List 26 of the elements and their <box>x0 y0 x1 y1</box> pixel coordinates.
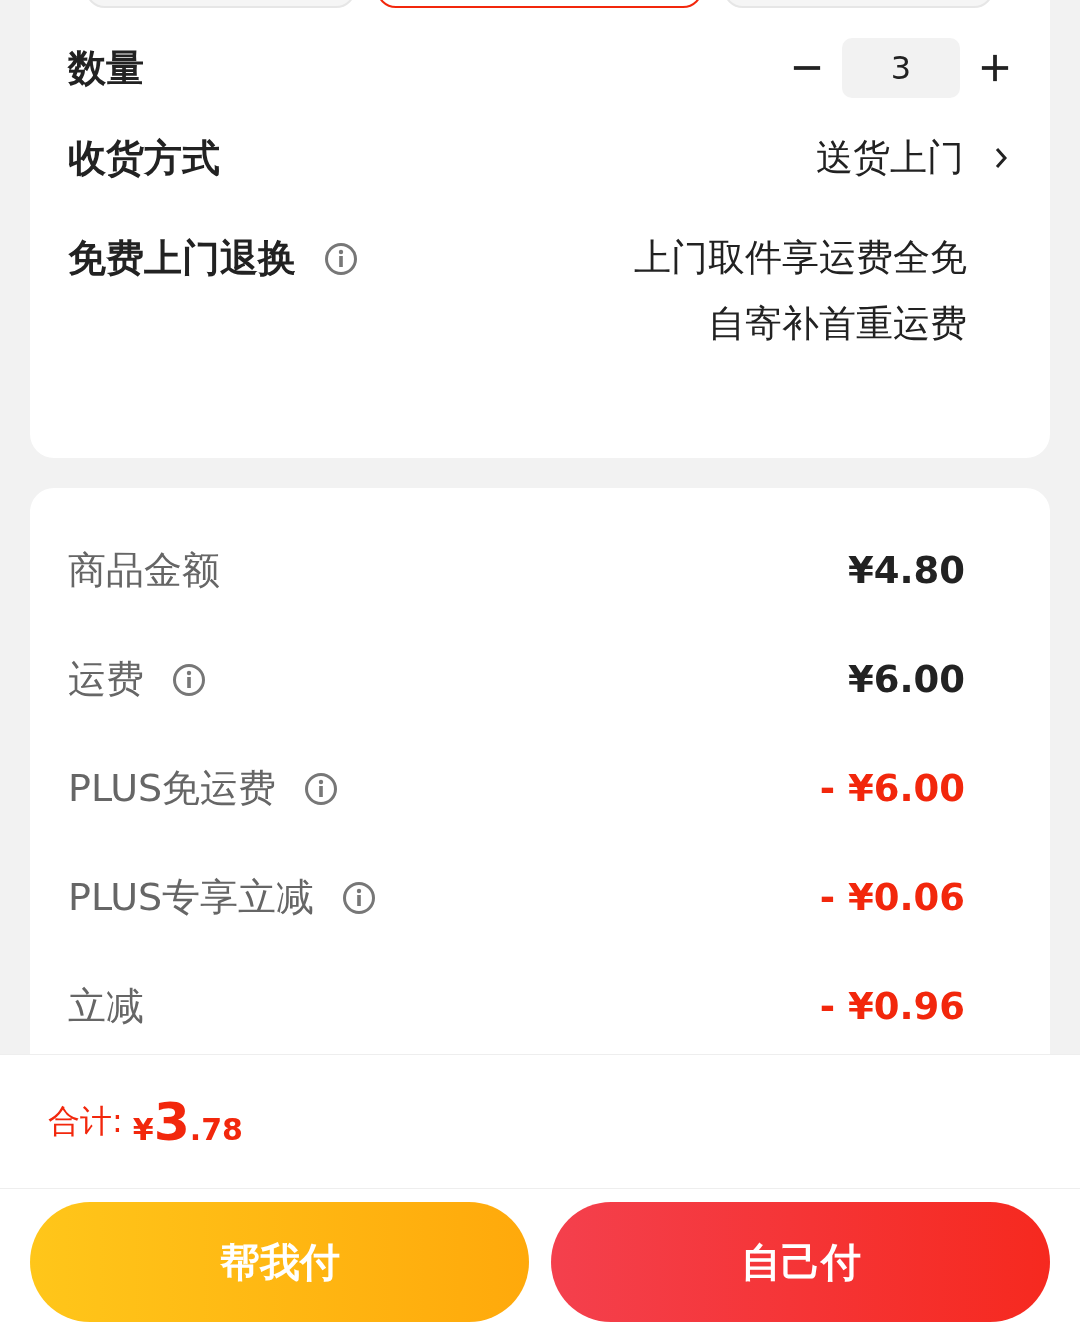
total-label: 合计: <box>48 1100 123 1142</box>
fee-label: PLUS专享立减 <box>68 874 315 921</box>
fee-label: 商品金额 <box>68 547 220 594</box>
info-icon[interactable] <box>304 771 339 806</box>
info-icon[interactable] <box>342 880 377 915</box>
return-policy-text: 自寄补首重运费 <box>708 301 967 347</box>
fee-label: 运费 <box>68 656 144 703</box>
plus-icon[interactable] <box>980 53 1010 83</box>
delivery-value[interactable]: 送货上门 <box>816 133 964 183</box>
return-policy-text: 上门取件享运费全免 <box>634 235 967 281</box>
pay-button[interactable]: 自己付 <box>551 1202 1050 1322</box>
info-icon[interactable] <box>172 662 206 697</box>
return-service-label: 免费上门退换 <box>68 235 296 282</box>
fee-amount: - ¥0.06 <box>819 876 965 919</box>
chevron-right-icon[interactable] <box>994 145 1008 171</box>
fee-label: 立减 <box>68 983 144 1030</box>
delivery-label: 收货方式 <box>68 134 220 182</box>
fee-amount: ¥6.00 <box>847 658 965 701</box>
info-icon[interactable] <box>324 241 358 276</box>
fee-amount: ¥4.80 <box>847 549 965 592</box>
fee-amount: - ¥6.00 <box>819 767 965 810</box>
fee-amount: - ¥0.96 <box>819 985 965 1028</box>
quantity-label: 数量 <box>68 44 144 92</box>
fee-label: PLUS免运费 <box>68 765 277 812</box>
total-price: ¥3.78 <box>132 1091 243 1152</box>
quantity-field[interactable]: 3 <box>842 38 960 98</box>
